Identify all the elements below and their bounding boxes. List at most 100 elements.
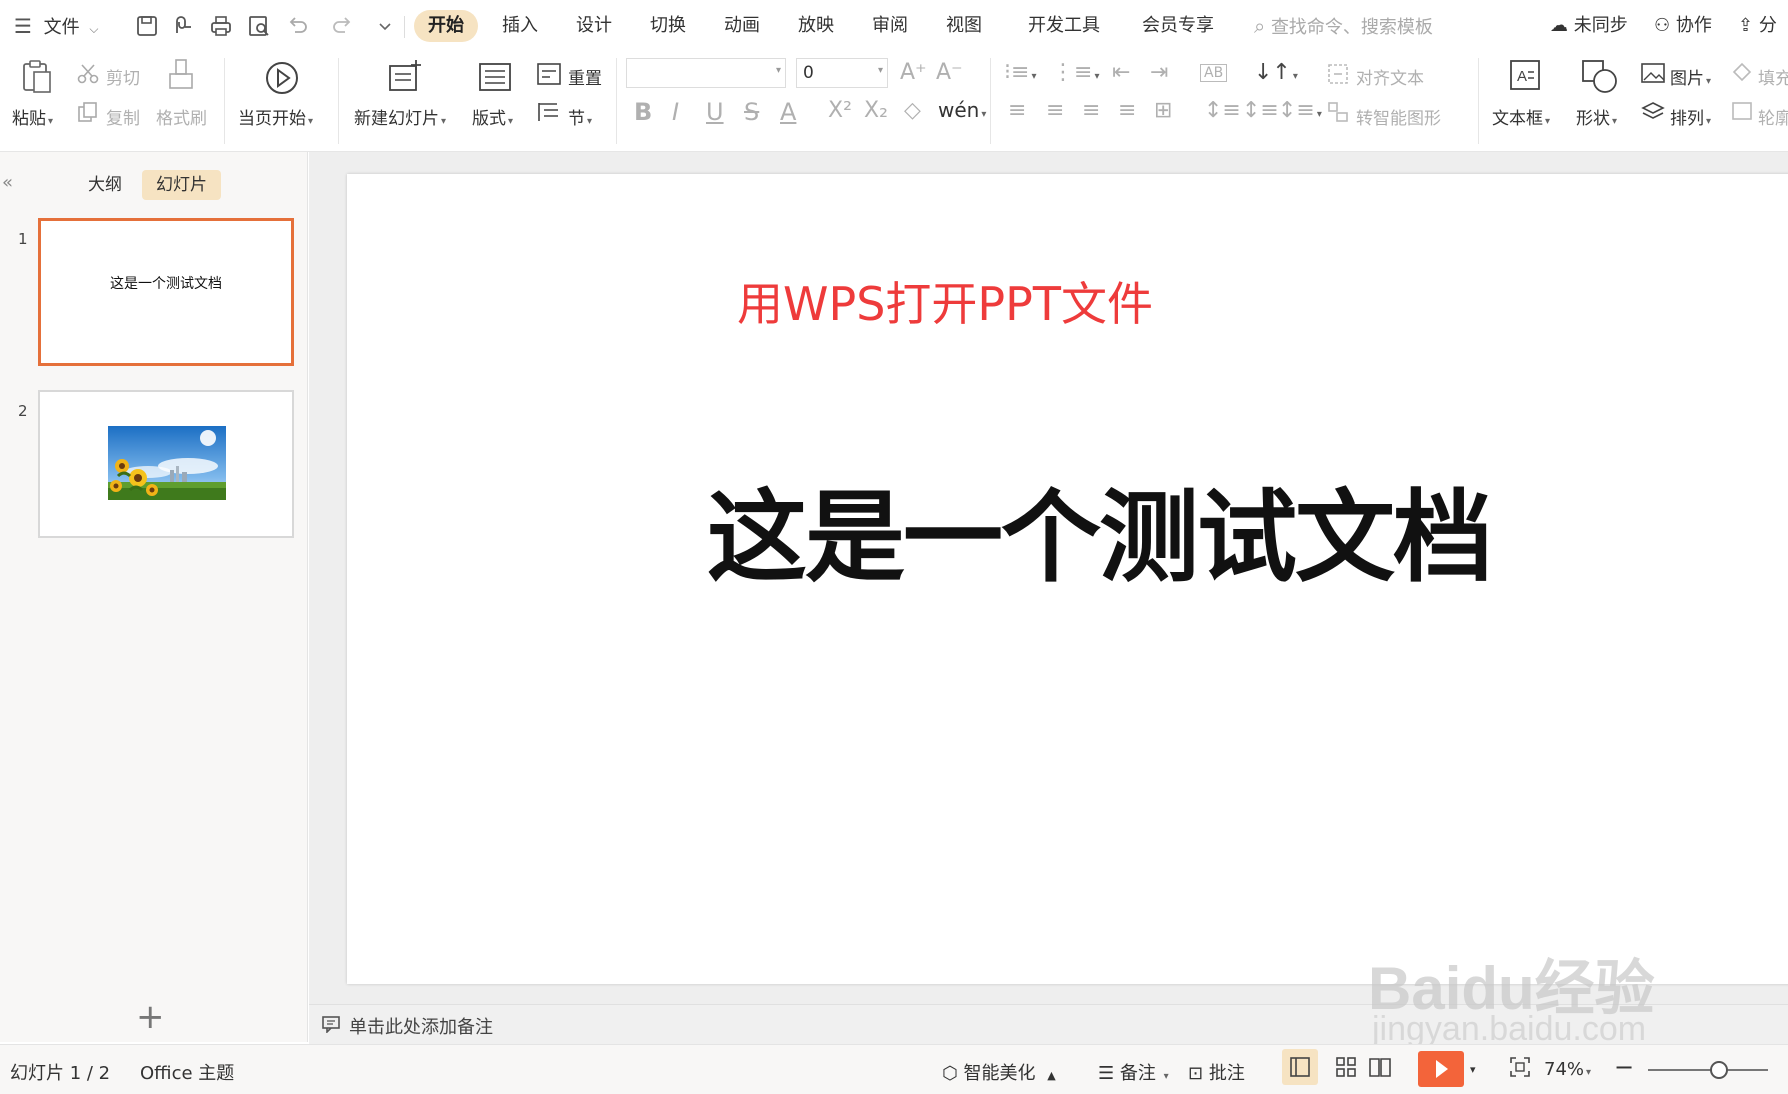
section-button[interactable]: 节 ▾	[568, 104, 592, 129]
tab-outline[interactable]: 大纲	[74, 170, 136, 200]
format-painter-button[interactable]: 格式刷	[156, 104, 207, 129]
align-text-button[interactable]: 对齐文本	[1356, 64, 1424, 89]
copy-button[interactable]: 复制	[106, 104, 140, 129]
export-pdf-icon[interactable]	[170, 13, 196, 39]
tab-slideshow[interactable]: 放映	[784, 10, 848, 42]
smart-beautify-button[interactable]: ⬡ 智能美化 ▲	[942, 1059, 1056, 1085]
paragraph-spacing-icon[interactable]: ↕≡	[1242, 98, 1279, 123]
command-search[interactable]: ⌕ 查找命令、搜索模板	[1254, 10, 1433, 42]
divider	[224, 58, 225, 144]
underline-icon[interactable]: U	[706, 98, 724, 126]
picture-label: 图片	[1670, 69, 1704, 89]
redo-icon[interactable]	[330, 13, 356, 39]
superscript-icon[interactable]: X²	[828, 98, 852, 123]
slide-subtitle-text[interactable]: 用WPS打开PPT文件	[737, 268, 1153, 334]
sort-icon[interactable]: ↓↑ ▾	[1254, 60, 1298, 85]
collaborate-button[interactable]: ⚇ 协作	[1654, 10, 1712, 42]
reading-view-icon[interactable]	[1362, 1049, 1398, 1089]
distributed-icon[interactable]: ⊞	[1154, 98, 1172, 123]
play-options-chevron-icon[interactable]: ▾	[1470, 1063, 1476, 1076]
play-from-current-button[interactable]: 当页开始 ▾	[238, 104, 313, 129]
play-icon	[1436, 1060, 1448, 1078]
print-icon[interactable]	[208, 13, 234, 39]
sync-status-button[interactable]: ☁ 未同步	[1550, 10, 1628, 42]
decrease-font-size-icon[interactable]: A⁻	[936, 60, 963, 85]
normal-view-icon[interactable]	[1282, 1049, 1318, 1085]
divider	[404, 16, 405, 38]
line-spacing-options-icon[interactable]: ↕≡ ▾	[1278, 98, 1322, 123]
font-size-select[interactable]: 0 ▾	[796, 58, 888, 88]
align-center-icon[interactable]: ≡	[1046, 98, 1064, 123]
tab-animations[interactable]: 动画	[710, 10, 774, 42]
customize-quick-access-icon[interactable]	[372, 13, 398, 39]
align-right-icon[interactable]: ≡	[1082, 98, 1100, 123]
tab-transitions[interactable]: 切换	[636, 10, 700, 42]
slide-sorter-icon[interactable]	[1328, 1049, 1364, 1089]
clear-format-icon[interactable]: ◇	[904, 98, 921, 123]
justify-icon[interactable]: ≡	[1118, 98, 1136, 123]
fill-button[interactable]: 填充	[1758, 64, 1788, 89]
tab-view[interactable]: 视图	[932, 10, 996, 42]
outline-button[interactable]: 轮廓	[1758, 104, 1788, 129]
format-painter-icon	[166, 58, 196, 96]
share-button[interactable]: ⇪ 分	[1738, 10, 1777, 42]
paste-icon[interactable]	[20, 58, 54, 94]
divider	[616, 58, 617, 144]
tab-home[interactable]: 开始	[414, 10, 478, 42]
fit-to-window-icon[interactable]	[1508, 1055, 1532, 1083]
font-color-icon[interactable]: A	[780, 98, 796, 126]
increase-font-size-icon[interactable]: A⁺	[900, 60, 927, 85]
numbering-icon[interactable]: ⋮≡ ▾	[1052, 60, 1099, 85]
fill-icon	[1730, 62, 1754, 84]
smart-art-button[interactable]: 转智能图形	[1356, 104, 1441, 129]
picture-button[interactable]: 图片 ▾	[1670, 64, 1711, 89]
reset-button[interactable]: 重置	[568, 64, 602, 89]
new-slide-button[interactable]: 新建幻灯片 ▾	[354, 104, 446, 129]
save-icon[interactable]	[134, 13, 160, 39]
arrange-button[interactable]: 排列 ▾	[1670, 104, 1711, 129]
collapse-panel-icon[interactable]: «	[2, 172, 13, 193]
zoom-slider[interactable]	[1648, 1061, 1768, 1079]
layout-button[interactable]: 版式 ▾	[472, 104, 513, 129]
increase-indent-icon[interactable]: ⇥	[1150, 60, 1168, 85]
zoom-out-icon[interactable]: −	[1614, 1053, 1634, 1081]
zoom-level[interactable]: 74% ▾	[1544, 1059, 1591, 1080]
tab-developer[interactable]: 开发工具	[1016, 10, 1112, 42]
tab-insert[interactable]: 插入	[488, 10, 552, 42]
play-slideshow-button[interactable]	[1418, 1051, 1464, 1087]
comment-icon: ⊡	[1188, 1063, 1204, 1084]
tab-review[interactable]: 审阅	[858, 10, 922, 42]
tab-design[interactable]: 设计	[562, 10, 626, 42]
file-menu[interactable]: ☰ 文件 ⌵	[14, 10, 99, 42]
comments-button[interactable]: ⊡ 批注	[1188, 1059, 1245, 1085]
italic-icon[interactable]: I	[672, 98, 679, 126]
cut-button[interactable]: 剪切	[106, 64, 140, 89]
decrease-indent-icon[interactable]: ⇤	[1112, 60, 1130, 85]
text-direction-icon[interactable]: AB	[1200, 64, 1228, 82]
print-preview-icon[interactable]	[246, 13, 272, 39]
undo-icon[interactable]	[284, 13, 310, 39]
textbox-button[interactable]: 文本框 ▾	[1492, 104, 1550, 129]
bullets-icon[interactable]: ⁝≡ ▾	[1004, 60, 1036, 85]
subscript-icon[interactable]: X₂	[864, 98, 888, 123]
theme-name[interactable]: Office 主题	[140, 1059, 234, 1085]
align-left-icon[interactable]: ≡	[1008, 98, 1026, 123]
paste-button[interactable]: 粘贴 ▾	[12, 104, 53, 129]
slide-thumbnail-2[interactable]	[38, 390, 294, 538]
bold-icon[interactable]: B	[634, 98, 652, 126]
font-family-select[interactable]: ▾	[626, 58, 786, 88]
zoom-slider-handle[interactable]	[1710, 1061, 1728, 1079]
tab-slides[interactable]: 幻灯片	[142, 170, 221, 200]
notes-toggle-label: 备注	[1119, 1063, 1156, 1084]
notes-toggle-button[interactable]: ☰ 备注 ▾	[1098, 1059, 1169, 1085]
phonetic-guide-icon[interactable]: wén ▾	[938, 98, 986, 122]
add-slide-icon[interactable]: +	[136, 1000, 165, 1034]
slide-thumbnail-1[interactable]: 这是一个测试文档	[38, 218, 294, 366]
chevron-down-icon: ▾	[877, 65, 883, 76]
slide-title-text[interactable]: 这是一个测试文档	[707, 456, 1493, 601]
tab-member[interactable]: 会员专享	[1130, 10, 1226, 42]
slide-page[interactable]: 用WPS打开PPT文件 这是一个测试文档	[347, 174, 1788, 984]
strikethrough-icon[interactable]: S	[744, 98, 759, 126]
line-spacing-icon[interactable]: ↕≡	[1204, 98, 1241, 123]
shapes-button[interactable]: 形状 ▾	[1576, 104, 1617, 129]
